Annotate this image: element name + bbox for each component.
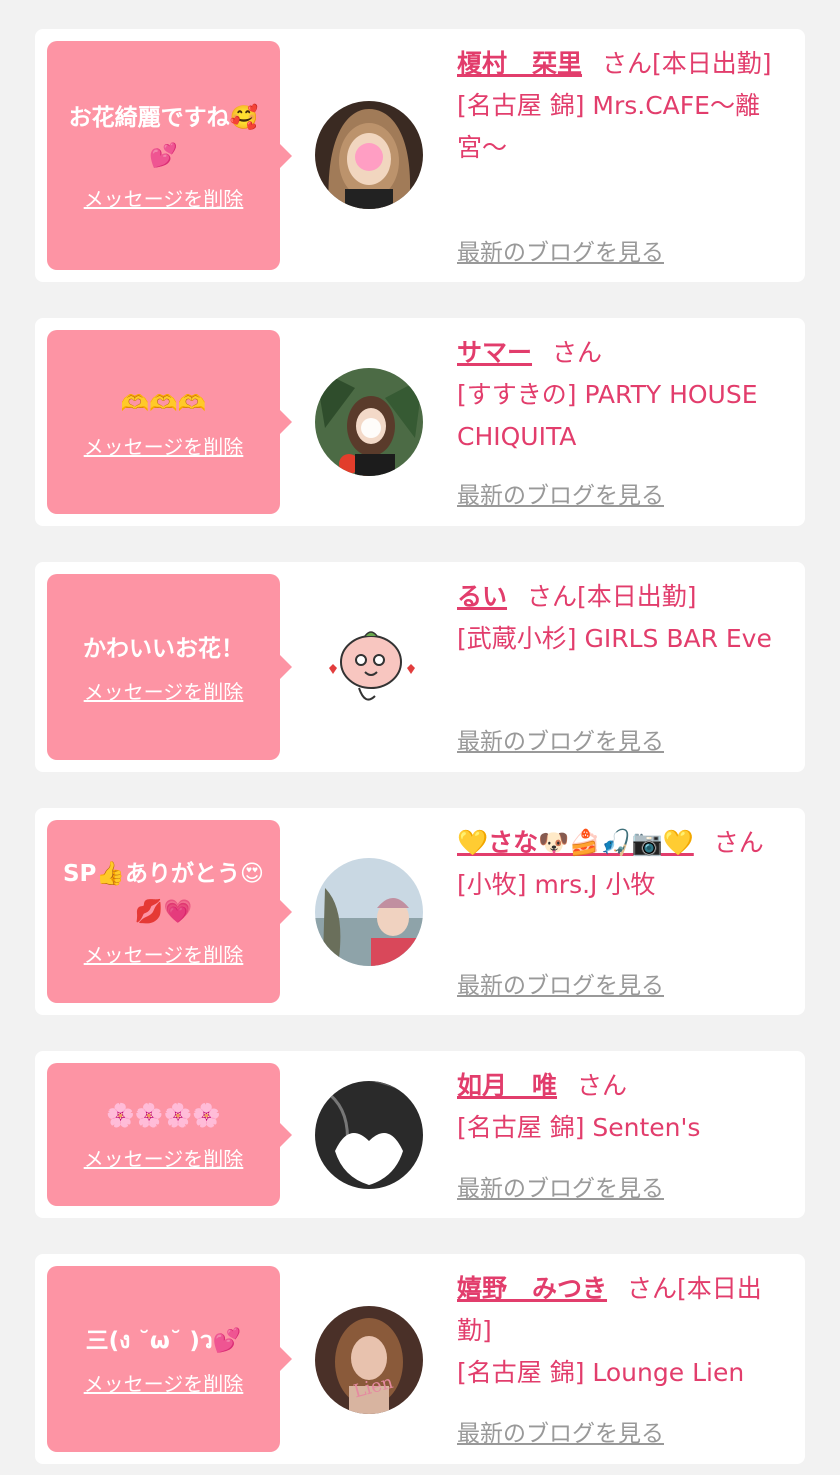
delete-message-link[interactable]: メッセージを削除 (84, 1143, 244, 1172)
honorific: さん (602, 49, 653, 78)
honorific: さん (527, 582, 578, 611)
avatar[interactable] (315, 614, 423, 722)
honorific: さん (577, 1071, 628, 1100)
message-card: かわいいお花！ メッセージを削除 るい さん[本日出勤] [武蔵小杉] GIRLS… (35, 562, 805, 772)
shop-name: [名古屋 錦] Mrs.CAFE〜離宮〜 (457, 91, 760, 162)
message-bubble: SP👍ありがとう😍💋💗 メッセージを削除 (47, 820, 292, 1003)
shop-name: [小牧] mrs.J 小牧 (457, 870, 656, 899)
shop-name: [武蔵小杉] GIRLS BAR Eve (457, 624, 772, 653)
honorific: さん (552, 338, 603, 367)
delete-message-link[interactable]: メッセージを削除 (84, 939, 244, 968)
cast-name-link[interactable]: 榎村 栞里 (457, 49, 582, 78)
avatar[interactable]: Lien (315, 1306, 423, 1414)
honorific: さん (627, 1274, 678, 1303)
message-text: 三(ง ˘ω˘ )ว💕 (85, 1327, 242, 1354)
attendance-status: [本日出勤] (577, 582, 697, 611)
shop-name: [名古屋 錦] Lounge Lien (457, 1358, 745, 1387)
message-card: SP👍ありがとう😍💋💗 メッセージを削除 💛さな🐶🍰🎣📷💛 さん [小牧] mrs… (35, 808, 805, 1015)
latest-blog-link[interactable]: 最新のブログを見る (457, 476, 664, 510)
latest-blog-link[interactable]: 最新のブログを見る (457, 1169, 664, 1203)
latest-blog-link[interactable]: 最新のブログを見る (457, 233, 664, 267)
avatar[interactable] (315, 858, 423, 966)
delete-message-link[interactable]: メッセージを削除 (84, 431, 244, 460)
message-card: 三(ง ˘ω˘ )ว💕 メッセージを削除 Lien 嬉野 みつき さん[本日出勤]… (35, 1254, 805, 1464)
cast-name-link[interactable]: 💛さな🐶🍰🎣📷💛 (457, 828, 694, 857)
message-text: 🌸🌸🌸🌸 (106, 1103, 221, 1129)
cast-info: るい さん[本日出勤] [武蔵小杉] GIRLS BAR Eve (457, 576, 793, 660)
delete-message-link[interactable]: メッセージを削除 (84, 1368, 244, 1397)
cast-name-link[interactable]: 如月 唯 (457, 1071, 557, 1100)
cast-name-link[interactable]: サマー (457, 338, 532, 367)
avatar[interactable] (315, 368, 423, 476)
message-text: かわいいお花！ (83, 635, 244, 662)
message-bubble: 🫶🫶🫶 メッセージを削除 (47, 330, 292, 514)
message-bubble: 🌸🌸🌸🌸 メッセージを削除 (47, 1063, 292, 1206)
shop-name: [名古屋 錦] Senten's (457, 1113, 701, 1142)
message-text: SP👍ありがとう😍💋💗 (62, 861, 265, 925)
cast-info: 嬉野 みつき さん[本日出勤] [名古屋 錦] Lounge Lien (457, 1268, 793, 1394)
cast-info: 如月 唯さん [名古屋 錦] Senten's (457, 1065, 793, 1149)
message-bubble: かわいいお花！ メッセージを削除 (47, 574, 292, 760)
cast-info: 💛さな🐶🍰🎣📷💛 さん [小牧] mrs.J 小牧 (457, 822, 793, 906)
avatar[interactable] (315, 101, 423, 209)
latest-blog-link[interactable]: 最新のブログを見る (457, 1414, 664, 1448)
cast-name-link[interactable]: 嬉野 みつき (457, 1274, 607, 1303)
message-bubble: 三(ง ˘ω˘ )ว💕 メッセージを削除 (47, 1266, 292, 1452)
attendance-status: [本日出勤] (652, 49, 772, 78)
message-card: 🫶🫶🫶 メッセージを削除 サマー さん [すすきの] PARTY HOUSE CH… (35, 318, 805, 526)
message-bubble: お花綺麗ですね🥰💕 メッセージを削除 (47, 41, 292, 270)
cast-name-link[interactable]: るい (457, 582, 507, 611)
message-card: 🌸🌸🌸🌸 メッセージを削除 如月 唯さん [名古屋 錦] Senten's 最新… (35, 1051, 805, 1218)
latest-blog-link[interactable]: 最新のブログを見る (457, 966, 664, 1000)
cast-info: サマー さん [すすきの] PARTY HOUSE CHIQUITA (457, 332, 793, 458)
latest-blog-link[interactable]: 最新のブログを見る (457, 722, 664, 756)
delete-message-link[interactable]: メッセージを削除 (84, 183, 244, 212)
message-text: 🫶🫶🫶 (120, 390, 207, 417)
delete-message-link[interactable]: メッセージを削除 (84, 676, 244, 705)
shop-name: [すすきの] PARTY HOUSE CHIQUITA (457, 380, 758, 451)
message-list: お花綺麗ですね🥰💕 メッセージを削除 榎村 栞里 さん[本日出勤] [名古屋 錦]… (0, 0, 840, 1475)
message-text: お花綺麗ですね🥰💕 (68, 105, 259, 169)
message-card: お花綺麗ですね🥰💕 メッセージを削除 榎村 栞里 さん[本日出勤] [名古屋 錦]… (35, 29, 805, 282)
avatar[interactable] (315, 1081, 423, 1189)
cast-info: 榎村 栞里 さん[本日出勤] [名古屋 錦] Mrs.CAFE〜離宮〜 (457, 43, 793, 169)
honorific: さん (713, 828, 764, 857)
